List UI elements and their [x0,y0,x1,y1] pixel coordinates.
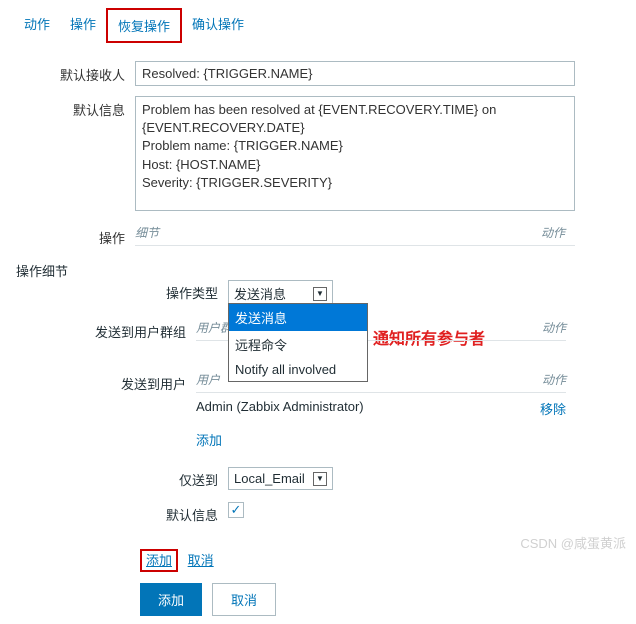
detail-default-msg-label: 默认信息 [78,502,228,524]
tab-action[interactable]: 动作 [14,8,60,43]
op-type-dropdown: 发送消息 远程命令 Notify all involved [228,303,368,382]
ops-action-col: 动作 [495,224,575,241]
only-send-to-select[interactable]: Local_Email ▼ [228,467,333,490]
op-type-value: 发送消息 [234,284,286,303]
default-message-textarea[interactable]: Problem has been resolved at {EVENT.RECO… [135,96,575,211]
users-col-action: 动作 [516,371,566,388]
dropdown-opt-send-message[interactable]: 发送消息 [229,304,367,331]
user-name: Admin (Zabbix Administrator) [196,399,516,418]
tab-operation[interactable]: 操作 [60,8,106,43]
users-table: 用户 动作 Admin (Zabbix Administrator) 移除 添加 [196,371,566,455]
form-buttons: 添加 取消 [140,583,636,616]
ops-detail-col: 细节 [135,224,495,241]
chevron-down-icon: ▼ [313,472,327,486]
operation-detail-label: 操作细节 [0,257,78,280]
table-row: Admin (Zabbix Administrator) 移除 [196,393,566,424]
cancel-button[interactable]: 取消 [212,583,276,616]
add-button[interactable]: 添加 [140,583,202,616]
dropdown-opt-notify-all[interactable]: Notify all involved [229,358,367,381]
tab-recovery-operation[interactable]: 恢复操作 [106,8,182,43]
operation-detail-panel: 操作类型 发送消息 ▼ 发送消息 远程命令 Notify all involve… [78,266,576,546]
operations-table-header: 细节 动作 [135,224,575,246]
default-message-label: 默认信息 [0,96,135,119]
watermark: CSDN @咸蛋黄派 [520,533,626,552]
send-to-groups-label: 发送到用户群组 [78,319,196,341]
default-recipient-input[interactable] [135,61,575,86]
default-recipient-label: 默认接收人 [0,61,135,84]
add-user-link[interactable]: 添加 [196,430,222,449]
remove-user-link[interactable]: 移除 [540,402,566,417]
chevron-down-icon: ▼ [313,287,327,301]
dropdown-opt-remote-command[interactable]: 远程命令 [229,331,367,358]
operations-label: 操作 [0,224,135,247]
detail-add-link[interactable]: 添加 [140,549,178,572]
detail-cancel-link[interactable]: 取消 [182,551,220,570]
tabs-bar: 动作 操作 恢复操作 确认操作 [0,8,636,43]
only-send-to-label: 仅送到 [78,467,228,489]
tab-confirm-operation[interactable]: 确认操作 [182,8,254,43]
only-send-to-value: Local_Email [234,471,305,486]
default-msg-checkbox[interactable]: ✓ [228,502,244,518]
groups-col-action: 动作 [516,319,566,336]
send-to-users-label: 发送到用户 [78,371,196,393]
op-type-label: 操作类型 [78,280,228,302]
